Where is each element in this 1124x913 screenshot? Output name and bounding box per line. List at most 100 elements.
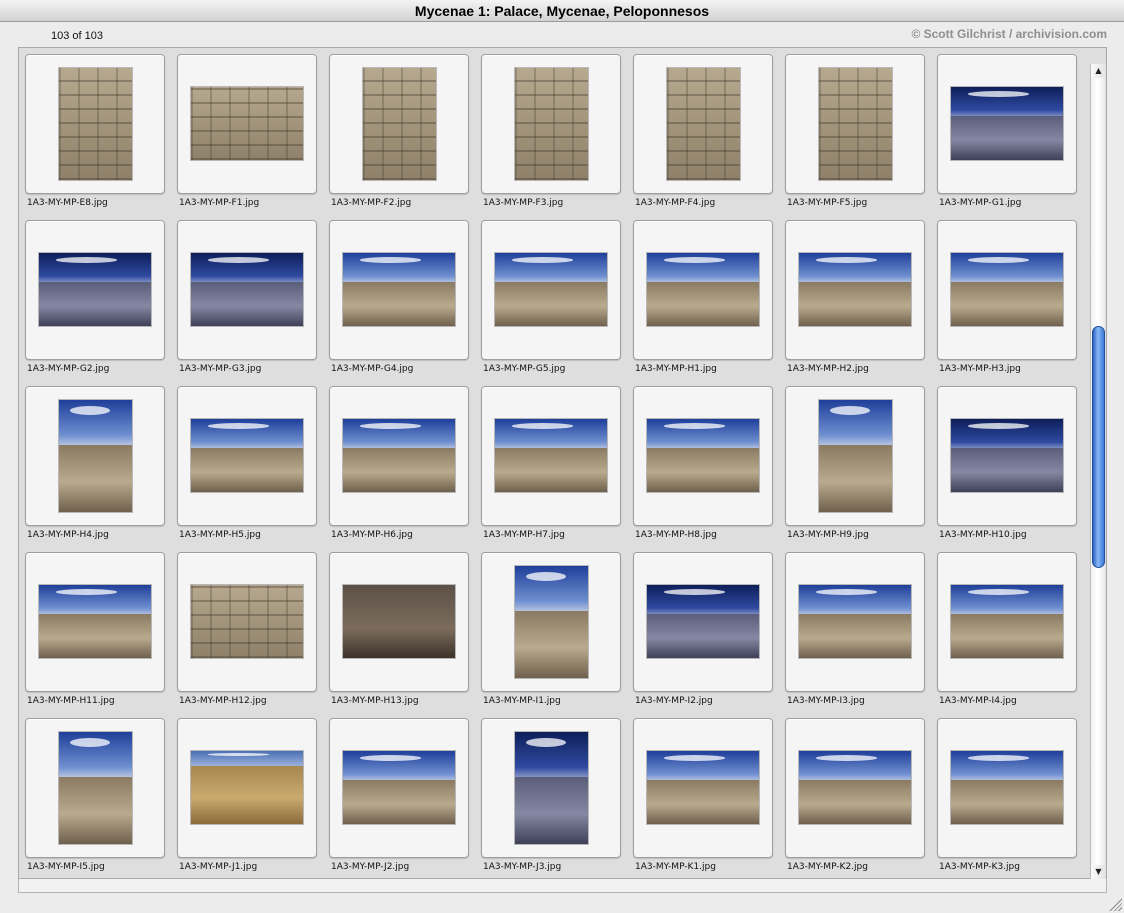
- thumbnail-image[interactable]: [799, 751, 911, 824]
- thumbnail-cell[interactable]: 1A3-MY-MP-K3.jpg: [937, 718, 1077, 878]
- slide-mount[interactable]: [177, 552, 317, 692]
- slide-mount[interactable]: [785, 54, 925, 194]
- thumbnail-cell[interactable]: 1A3-MY-MP-H10.jpg: [937, 386, 1077, 552]
- thumbnail-cell[interactable]: 1A3-MY-MP-H13.jpg: [329, 552, 469, 718]
- thumbnail-cell[interactable]: 1A3-MY-MP-G4.jpg: [329, 220, 469, 386]
- slide-mount[interactable]: [633, 386, 773, 526]
- scroll-up-arrow-icon[interactable]: ▲: [1091, 64, 1106, 78]
- thumbnail-cell[interactable]: 1A3-MY-MP-K1.jpg: [633, 718, 773, 878]
- thumbnail-cell[interactable]: 1A3-MY-MP-H5.jpg: [177, 386, 317, 552]
- vertical-scrollbar[interactable]: ▲ ▼: [1090, 64, 1106, 879]
- slide-mount[interactable]: [25, 718, 165, 858]
- thumbnail-image[interactable]: [495, 253, 607, 326]
- thumbnail-cell[interactable]: 1A3-MY-MP-G1.jpg: [937, 54, 1077, 220]
- slide-mount[interactable]: [633, 552, 773, 692]
- thumbnail-cell[interactable]: 1A3-MY-MP-J3.jpg: [481, 718, 621, 878]
- thumbnail-cell[interactable]: 1A3-MY-MP-H6.jpg: [329, 386, 469, 552]
- slide-mount[interactable]: [177, 54, 317, 194]
- thumbnail-image[interactable]: [819, 68, 892, 180]
- thumbnail-image[interactable]: [39, 585, 151, 658]
- thumbnail-image[interactable]: [951, 253, 1063, 326]
- thumbnail-image[interactable]: [39, 253, 151, 326]
- slide-mount[interactable]: [633, 220, 773, 360]
- slide-mount[interactable]: [329, 718, 469, 858]
- thumbnail-cell[interactable]: 1A3-MY-MP-F5.jpg: [785, 54, 925, 220]
- thumbnail-image[interactable]: [191, 751, 303, 824]
- thumbnail-cell[interactable]: 1A3-MY-MP-I4.jpg: [937, 552, 1077, 718]
- slide-mount[interactable]: [177, 220, 317, 360]
- thumbnail-cell[interactable]: 1A3-MY-MP-G5.jpg: [481, 220, 621, 386]
- slide-mount[interactable]: [329, 552, 469, 692]
- thumbnail-image[interactable]: [799, 585, 911, 658]
- thumbnail-cell[interactable]: 1A3-MY-MP-I5.jpg: [25, 718, 165, 878]
- slide-mount[interactable]: [481, 718, 621, 858]
- thumbnail-image[interactable]: [951, 751, 1063, 824]
- thumbnail-cell[interactable]: 1A3-MY-MP-H12.jpg: [177, 552, 317, 718]
- thumbnail-image[interactable]: [667, 68, 740, 180]
- thumbnail-cell[interactable]: 1A3-MY-MP-F1.jpg: [177, 54, 317, 220]
- slide-mount[interactable]: [329, 54, 469, 194]
- thumbnail-image[interactable]: [819, 400, 892, 512]
- slide-mount[interactable]: [785, 552, 925, 692]
- thumbnail-cell[interactable]: 1A3-MY-MP-F3.jpg: [481, 54, 621, 220]
- thumbnail-image[interactable]: [343, 419, 455, 492]
- thumbnail-image[interactable]: [799, 253, 911, 326]
- slide-mount[interactable]: [785, 220, 925, 360]
- thumbnail-cell[interactable]: 1A3-MY-MP-E8.jpg: [25, 54, 165, 220]
- thumbnail-cell[interactable]: 1A3-MY-MP-F4.jpg: [633, 54, 773, 220]
- thumbnail-image[interactable]: [515, 566, 588, 678]
- resize-grip-icon[interactable]: [1108, 897, 1122, 911]
- thumbnail-image[interactable]: [343, 585, 455, 658]
- thumbnail-image[interactable]: [515, 68, 588, 180]
- slide-mount[interactable]: [25, 54, 165, 194]
- slide-mount[interactable]: [329, 386, 469, 526]
- slide-mount[interactable]: [481, 552, 621, 692]
- slide-mount[interactable]: [25, 386, 165, 526]
- thumbnail-cell[interactable]: 1A3-MY-MP-G2.jpg: [25, 220, 165, 386]
- thumbnail-image[interactable]: [647, 751, 759, 824]
- thumbnail-cell[interactable]: 1A3-MY-MP-F2.jpg: [329, 54, 469, 220]
- thumbnail-cell[interactable]: 1A3-MY-MP-H8.jpg: [633, 386, 773, 552]
- scrollbar-thumb[interactable]: [1092, 326, 1105, 568]
- thumbnail-image[interactable]: [647, 419, 759, 492]
- thumbnail-image[interactable]: [191, 419, 303, 492]
- thumbnail-image[interactable]: [59, 400, 132, 512]
- slide-mount[interactable]: [329, 220, 469, 360]
- slide-mount[interactable]: [177, 386, 317, 526]
- slide-mount[interactable]: [937, 220, 1077, 360]
- thumbnail-image[interactable]: [191, 87, 303, 160]
- thumbnail-image[interactable]: [343, 253, 455, 326]
- thumbnail-cell[interactable]: 1A3-MY-MP-H1.jpg: [633, 220, 773, 386]
- thumbnail-cell[interactable]: 1A3-MY-MP-I3.jpg: [785, 552, 925, 718]
- thumbnail-image[interactable]: [363, 68, 436, 180]
- thumbnail-cell[interactable]: 1A3-MY-MP-J1.jpg: [177, 718, 317, 878]
- thumbnail-image[interactable]: [59, 732, 132, 844]
- thumbnail-image[interactable]: [951, 87, 1063, 160]
- thumbnail-image[interactable]: [59, 68, 132, 180]
- thumbnail-cell[interactable]: 1A3-MY-MP-H11.jpg: [25, 552, 165, 718]
- slide-mount[interactable]: [785, 718, 925, 858]
- slide-mount[interactable]: [25, 552, 165, 692]
- thumbnail-cell[interactable]: 1A3-MY-MP-I1.jpg: [481, 552, 621, 718]
- thumbnail-cell[interactable]: 1A3-MY-MP-H7.jpg: [481, 386, 621, 552]
- thumbnail-image[interactable]: [191, 585, 303, 658]
- slide-mount[interactable]: [481, 220, 621, 360]
- thumbnail-image[interactable]: [951, 585, 1063, 658]
- slide-mount[interactable]: [785, 386, 925, 526]
- slide-mount[interactable]: [177, 718, 317, 858]
- slide-mount[interactable]: [937, 54, 1077, 194]
- thumbnail-cell[interactable]: 1A3-MY-MP-H4.jpg: [25, 386, 165, 552]
- slide-mount[interactable]: [633, 54, 773, 194]
- thumbnail-cell[interactable]: 1A3-MY-MP-I2.jpg: [633, 552, 773, 718]
- slide-mount[interactable]: [481, 386, 621, 526]
- thumbnail-image[interactable]: [495, 419, 607, 492]
- thumbnail-cell[interactable]: 1A3-MY-MP-H2.jpg: [785, 220, 925, 386]
- thumbnail-cell[interactable]: 1A3-MY-MP-H9.jpg: [785, 386, 925, 552]
- slide-mount[interactable]: [25, 220, 165, 360]
- thumbnail-image[interactable]: [951, 419, 1063, 492]
- thumbnail-image[interactable]: [647, 585, 759, 658]
- thumbnail-image[interactable]: [191, 253, 303, 326]
- thumbnail-image[interactable]: [343, 751, 455, 824]
- scroll-down-arrow-icon[interactable]: ▼: [1091, 865, 1106, 879]
- thumbnail-cell[interactable]: 1A3-MY-MP-K2.jpg: [785, 718, 925, 878]
